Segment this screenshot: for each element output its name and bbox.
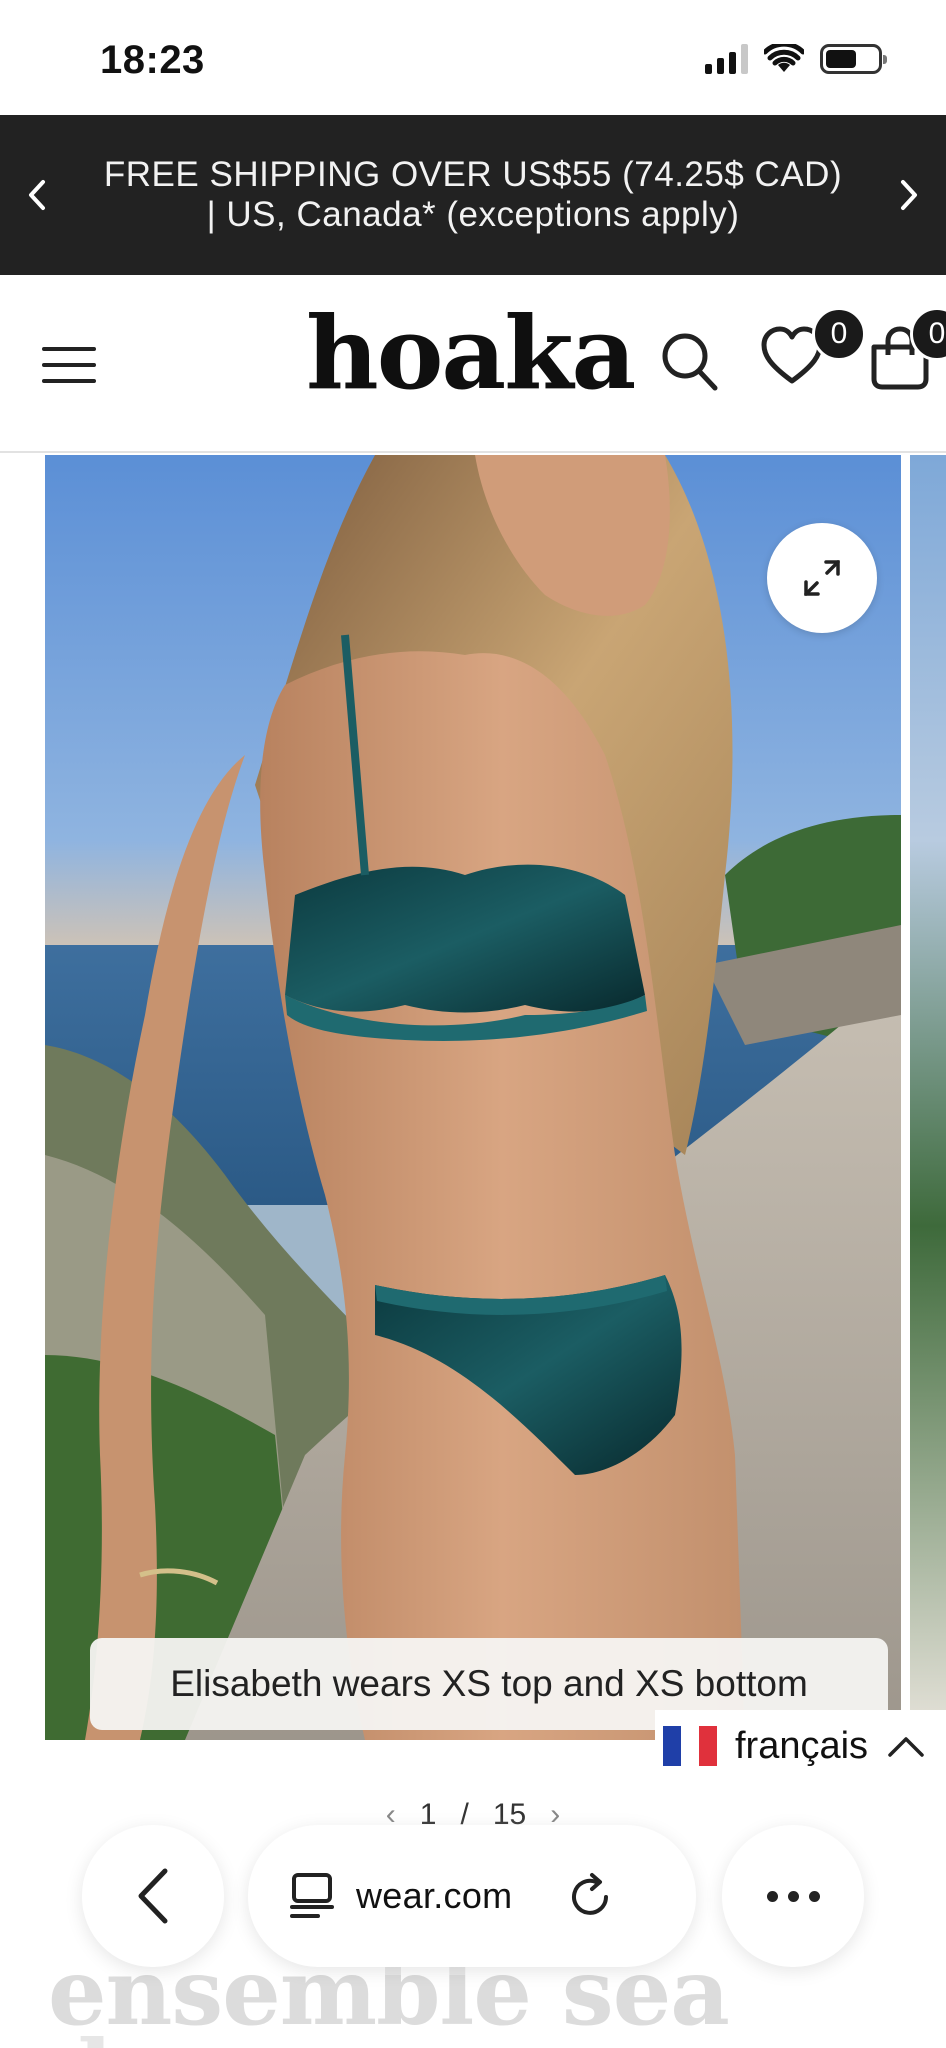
browser-toolbar: wear.com — [0, 1815, 946, 1975]
status-time: 18:23 — [100, 38, 205, 82]
language-selector[interactable]: français — [655, 1710, 946, 1782]
more-icon — [766, 1890, 778, 1902]
search-icon — [662, 333, 718, 391]
french-flag-icon — [663, 1726, 717, 1766]
wifi-icon — [764, 44, 804, 72]
zoom-button[interactable] — [767, 523, 877, 633]
url-text: wear.com — [356, 1875, 512, 1917]
announcement-prev-button[interactable] — [12, 165, 62, 225]
chevron-left-icon — [29, 180, 45, 210]
browser-back-button[interactable] — [82, 1825, 224, 1967]
menu-button[interactable] — [42, 343, 100, 387]
signal-icon — [705, 44, 748, 74]
search-button[interactable] — [660, 331, 720, 398]
url-domain: wear.com — [356, 1875, 513, 1916]
more-options-button[interactable] — [722, 1825, 864, 1967]
chevron-left-icon — [138, 1868, 168, 1924]
language-label: français — [735, 1724, 869, 1767]
announcement-next-button[interactable] — [884, 165, 934, 225]
announcement-text: FREE SHIPPING OVER US$55 (74.25$ CAD) | … — [103, 155, 843, 234]
brand-logo[interactable]: hoaka — [306, 303, 636, 403]
hamburger-icon — [42, 347, 96, 351]
address-bar[interactable]: wear.com — [248, 1825, 696, 1967]
wishlist-count-badge: 0 — [812, 307, 866, 361]
reload-icon[interactable] — [566, 1871, 614, 1921]
announcement-bar: FREE SHIPPING OVER US$55 (74.25$ CAD) | … — [0, 115, 946, 275]
status-bar: 18:23 — [0, 0, 946, 115]
next-photo-peek[interactable] — [910, 455, 946, 1740]
status-icons — [705, 44, 887, 74]
product-gallery: Elisabeth wears XS top and XS bottom — [0, 455, 946, 1740]
product-photo-image — [45, 455, 901, 1740]
site-header: hoaka 0 0 — [0, 275, 946, 453]
product-photo[interactable] — [45, 455, 901, 1740]
battery-icon — [820, 44, 887, 74]
tab-overview-icon — [290, 1873, 334, 1918]
product-title-line2: d — [48, 2020, 112, 2048]
expand-icon — [804, 560, 840, 596]
chevron-right-icon — [901, 180, 917, 210]
chevron-up-icon — [888, 1737, 924, 1757]
